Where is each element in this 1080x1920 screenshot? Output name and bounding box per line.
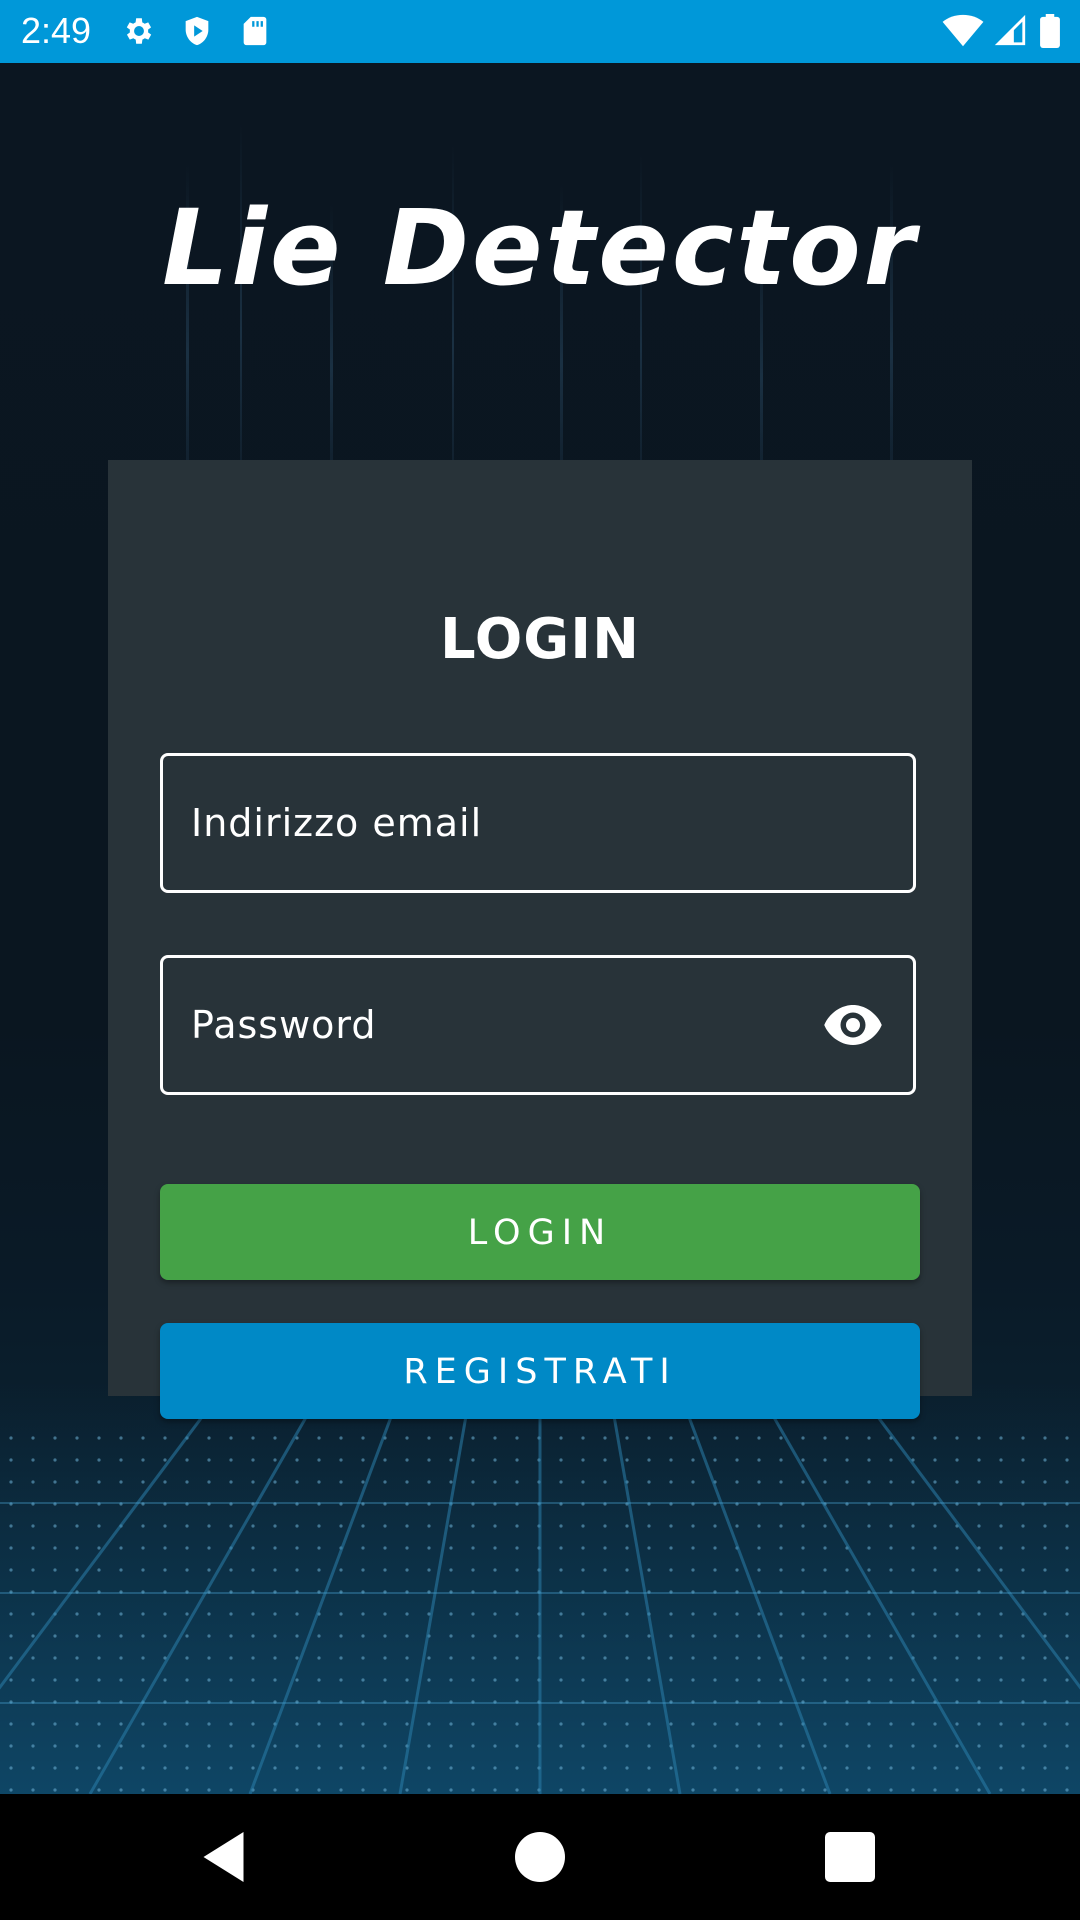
sd-card-icon (238, 14, 272, 48)
email-input[interactable] (191, 756, 791, 890)
home-icon[interactable] (510, 1827, 570, 1887)
recents-icon[interactable] (820, 1827, 880, 1887)
wifi-icon (942, 14, 984, 48)
register-button[interactable]: REGISTRATI (160, 1323, 920, 1419)
app-title: Lie Detector (162, 187, 918, 309)
status-bar: 2:49 (0, 0, 1080, 63)
play-protect-icon (180, 14, 214, 48)
login-card: LOGIN LOGIN REGISTRATI (108, 460, 972, 1419)
eye-icon[interactable] (823, 1000, 883, 1050)
battery-icon (1038, 14, 1062, 48)
screen: 2:49 Lie Detector LOGIN Indirizzo email … (0, 0, 1080, 1920)
email-field[interactable] (160, 753, 916, 893)
password-input[interactable] (191, 958, 791, 1092)
cell-signal-icon (994, 14, 1028, 48)
back-icon[interactable] (196, 1827, 256, 1887)
login-button[interactable]: LOGIN (160, 1184, 920, 1280)
navigation-bar (0, 1794, 1080, 1920)
status-time: 2:49 (21, 10, 92, 51)
app-background: Lie Detector LOGIN LOGIN REGISTRATI (0, 63, 1080, 1794)
settings-icon (122, 14, 156, 48)
login-title: LOGIN (440, 607, 640, 672)
password-field[interactable] (160, 955, 916, 1095)
